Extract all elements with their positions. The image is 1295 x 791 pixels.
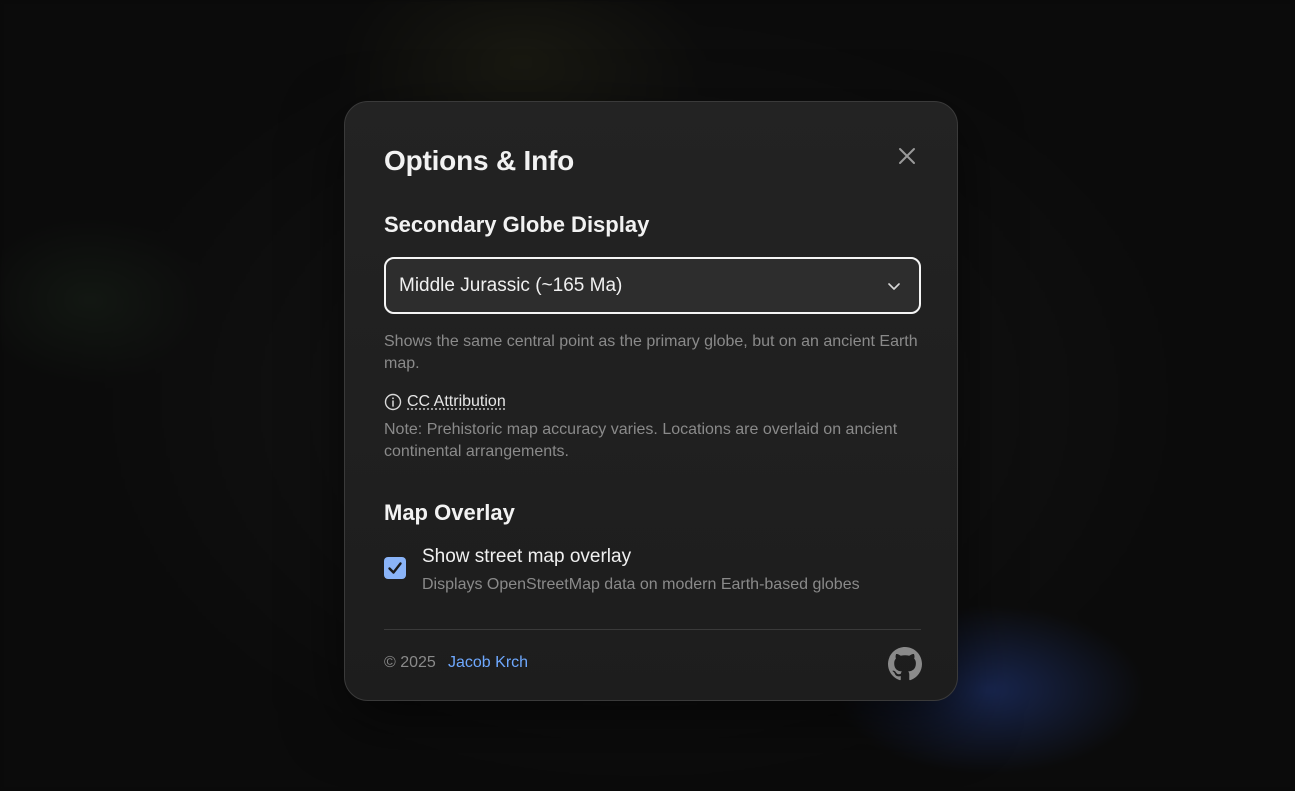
map-accuracy-note: Note: Prehistoric map accuracy varies. L… <box>384 421 898 460</box>
street-map-description: Displays OpenStreetMap data on modern Ea… <box>422 576 860 593</box>
select-value: Middle Jurassic (~165 Ma) <box>399 275 623 296</box>
options-modal: Options & Info Secondary Globe Display M… <box>344 101 958 701</box>
info-icon <box>384 393 402 411</box>
map-overlay-heading: Map Overlay <box>384 500 515 525</box>
chevron-down-icon <box>885 277 903 295</box>
github-icon <box>888 647 922 681</box>
street-map-checkbox[interactable] <box>384 557 406 579</box>
globe-description: Shows the same central point as the prim… <box>384 333 918 372</box>
secondary-globe-heading: Secondary Globe Display <box>384 212 650 237</box>
attribution-row: CC Attribution <box>384 391 506 413</box>
close-button[interactable] <box>893 142 921 170</box>
street-map-checkbox-label[interactable]: Show street map overlay <box>422 546 631 568</box>
footer-divider <box>384 629 921 630</box>
author-link[interactable]: Jacob Krch <box>448 654 528 672</box>
cc-attribution-link[interactable]: CC Attribution <box>407 393 506 411</box>
close-icon <box>893 142 921 170</box>
secondary-globe-select[interactable]: Middle Jurassic (~165 Ma) <box>384 257 921 314</box>
modal-title: Options & Info <box>384 145 575 176</box>
github-link[interactable] <box>888 647 922 681</box>
copyright-text: © 2025 <box>384 654 436 671</box>
checkmark-icon <box>384 557 406 579</box>
